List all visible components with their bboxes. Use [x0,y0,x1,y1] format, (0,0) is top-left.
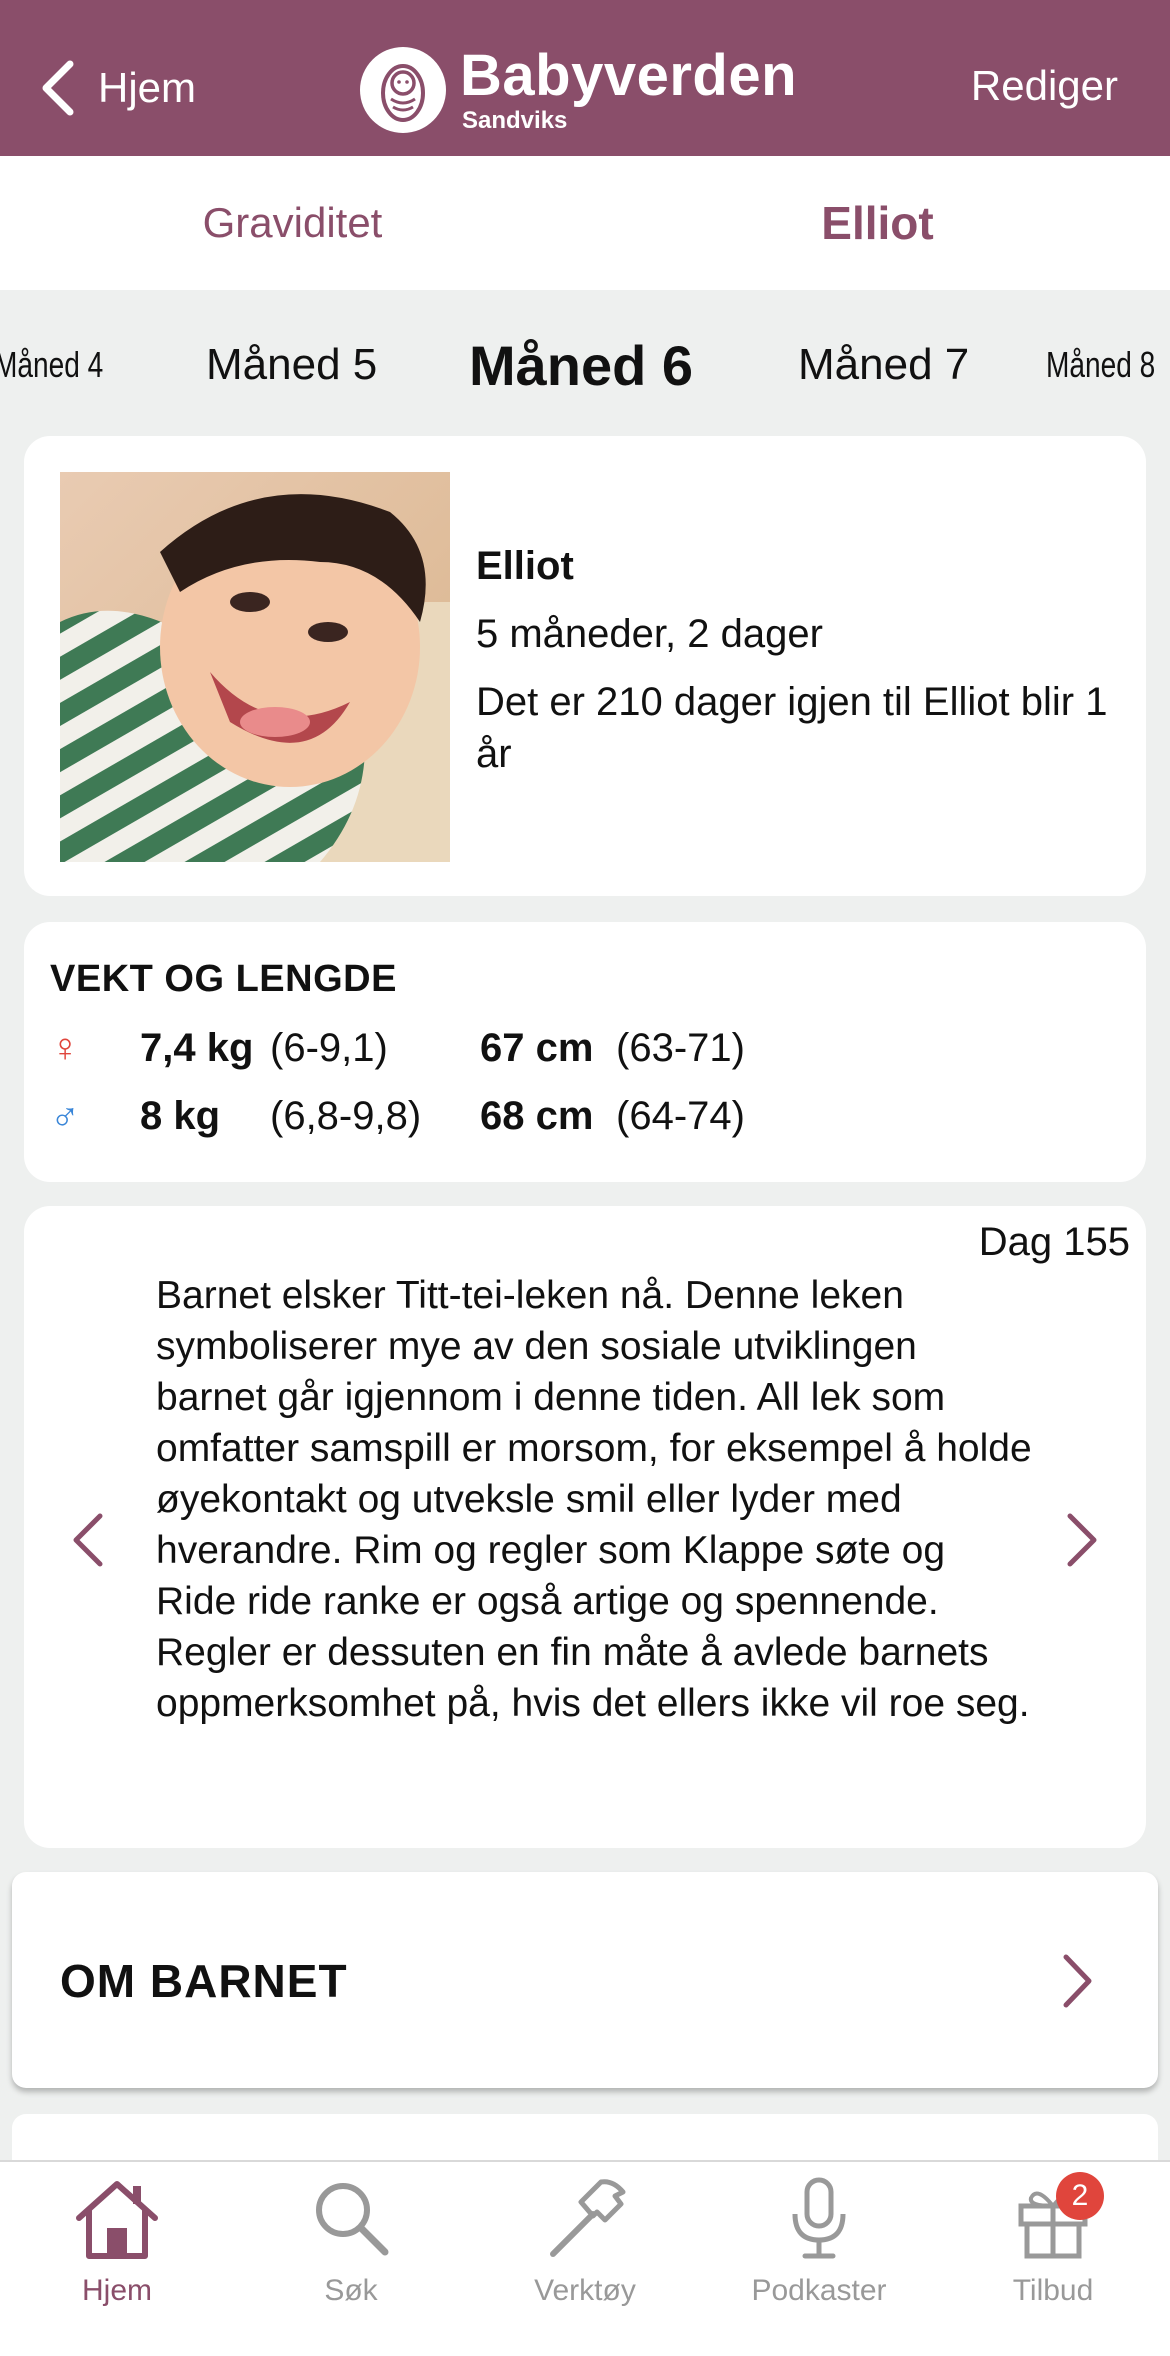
tab-podcasts[interactable]: Podkaster [702,2162,936,2356]
home-icon [76,2181,158,2259]
weight-length-card: VEKT OG LENGDE ♀ 7,4 kg (6-9,1) 67 cm (6… [24,922,1146,1182]
tab-tools[interactable]: Verktøy [468,2162,702,2356]
boy-stats-row: ♂ 8 kg (6,8-9,8) 68 cm (64-74) [50,1086,745,1146]
tab-offers-label: Tilbud [1012,2274,1094,2307]
offers-badge: 2 [1056,2172,1104,2220]
about-child-label: OM BARNET [60,1955,348,2007]
brand-name: Babyverden [460,43,798,108]
girl-weight-range: (6-9,1) [270,1025,388,1070]
child-age: 5 måneder, 2 dager [476,612,823,656]
tab-tools-label: Verktøy [534,2274,636,2307]
brand-subtitle: Sandviks [462,107,568,134]
back-button[interactable]: Hjem [40,55,196,121]
girl-length: 67 cm [480,1025,594,1070]
female-icon: ♀ [50,1025,80,1070]
month-far-prev[interactable]: Måned 4 [0,290,103,440]
bottom-tab-bar: Hjem Søk Verktøy Podkaster 2 Tilbud [0,2160,1170,2356]
birthday-countdown: Det er 210 dager igjen til Elliot blir 1… [476,680,1108,776]
search-icon [316,2183,389,2256]
girl-length-range: (63-71) [616,1025,745,1070]
chevron-right-icon[interactable] [1062,1510,1102,1570]
top-bar: Hjem Babyverden Sandviks Rediger [0,0,1170,156]
hammer-icon [550,2179,626,2257]
about-child-row[interactable]: OM BARNET [12,1872,1158,2088]
tab-pregnancy[interactable]: Graviditet [0,156,585,290]
tab-offers[interactable]: 2 Tilbud [936,2162,1170,2356]
tab-search-label: Søk [324,2274,378,2307]
girl-stats-row: ♀ 7,4 kg (6-9,1) 67 cm (63-71) [50,1018,745,1078]
chevron-left-icon[interactable] [68,1510,108,1570]
boy-length-range: (64-74) [616,1093,745,1138]
profile-card: Elliot 5 måneder, 2 dager Det er 210 dag… [24,436,1146,896]
male-icon: ♂ [50,1093,80,1138]
month-current[interactable]: Måned 6 [469,290,693,440]
baby-photo [60,472,450,862]
child-name: Elliot [476,544,574,588]
tip-text: Barnet elsker Titt-tei-leken nå. Denne l… [156,1274,1032,1725]
month-prev[interactable]: Måned 5 [206,290,377,440]
tab-child[interactable]: Elliot [585,156,1170,290]
chevron-right-icon [1063,1954,1092,2008]
month-next[interactable]: Måned 7 [798,290,969,440]
tip-day-label: Dag 155 [978,1220,1130,1264]
edit-button[interactable]: Rediger [971,62,1118,110]
baby-logo-icon [360,47,446,133]
weight-length-title: VEKT OG LENGDE [50,958,397,1000]
tab-home[interactable]: Hjem [0,2162,234,2356]
daily-tip-card: Dag 155 Barnet elsker Titt-tei-leken nå.… [24,1206,1146,1848]
microphone-icon [792,2177,846,2259]
boy-weight-range: (6,8-9,8) [270,1093,422,1138]
segment-tabs: Graviditet Elliot [0,156,1170,290]
girl-weight: 7,4 kg [140,1025,254,1070]
boy-length: 68 cm [480,1093,594,1138]
brand-logo: Babyverden Sandviks [360,42,797,138]
month-scroller[interactable]: Måned 4 Måned 5 Måned 6 Måned 7 Måned 8 [0,290,1170,440]
tab-home-label: Hjem [81,2274,152,2307]
boy-weight: 8 kg [140,1093,221,1138]
tab-podcasts-label: Podkaster [751,2274,887,2307]
month-far-next[interactable]: Måned 8 [1046,290,1155,440]
tab-search[interactable]: Søk [234,2162,468,2356]
back-label: Hjem [98,64,197,111]
chevron-left-icon [42,60,74,116]
